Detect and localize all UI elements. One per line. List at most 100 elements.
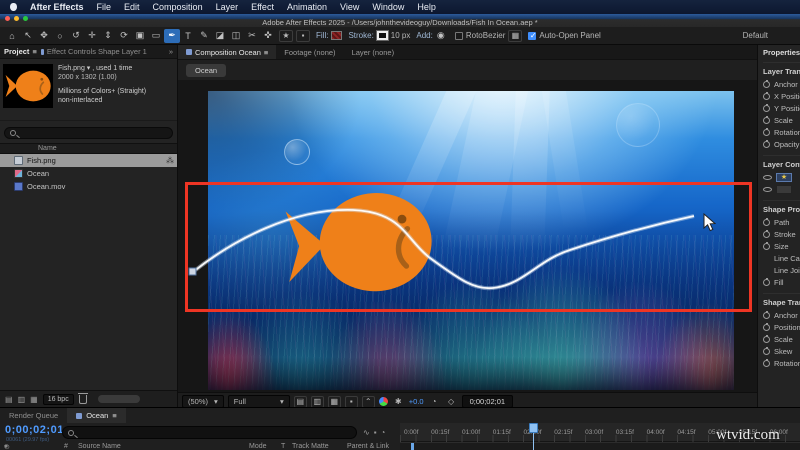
menu-composition[interactable]: Composition: [153, 2, 203, 12]
hand-tool-icon[interactable]: ✥: [36, 29, 52, 43]
interpret-footage-button[interactable]: ▤: [5, 395, 13, 404]
workspace-selector[interactable]: Default: [743, 31, 768, 40]
t-column[interactable]: T: [281, 443, 285, 450]
stopwatch-icon[interactable]: [763, 322, 770, 331]
type-tool-icon[interactable]: T: [180, 29, 196, 43]
mode-column[interactable]: Mode: [249, 443, 267, 450]
panel-menu-icon[interactable]: ≡: [264, 48, 268, 57]
property-row[interactable]: Scale: [763, 333, 800, 345]
path-start-handle[interactable]: [188, 267, 197, 276]
camera-tool-icon[interactable]: ▣: [132, 29, 148, 43]
stroke-width-value[interactable]: 10 px: [391, 31, 411, 40]
layer-content-row[interactable]: ★: [763, 171, 800, 183]
stopwatch-icon[interactable]: [763, 241, 770, 250]
stopwatch-icon[interactable]: [763, 229, 770, 238]
source-name-column[interactable]: Source Name: [78, 443, 121, 450]
pen-tool-icon[interactable]: ✒: [164, 28, 180, 43]
stopwatch-icon[interactable]: [763, 346, 770, 355]
stopwatch-icon[interactable]: [763, 277, 770, 286]
tab-footage[interactable]: Footage (none): [276, 45, 343, 59]
menu-view[interactable]: View: [340, 2, 359, 12]
stopwatch-icon[interactable]: [763, 334, 770, 343]
rotation-tool-icon[interactable]: ⟳: [116, 29, 132, 43]
home-tool-icon[interactable]: ⌂: [4, 29, 20, 43]
shape-thumb[interactable]: [776, 184, 792, 194]
settings-gear-icon[interactable]: ✱: [392, 396, 405, 408]
stopwatch-icon[interactable]: [763, 139, 770, 148]
panel-toggle-icon[interactable]: ▦: [508, 29, 523, 42]
panel-menu-icon[interactable]: ≡: [112, 411, 116, 420]
shape-star-button[interactable]: ★: [279, 29, 293, 42]
section-shape-properties[interactable]: Shape Properties: [763, 200, 800, 214]
project-row-ocean-comp[interactable]: Ocean: [0, 167, 177, 180]
property-row[interactable]: Anchor Point: [763, 78, 800, 90]
stopwatch-icon[interactable]: [763, 103, 770, 112]
property-row[interactable]: Size: [763, 240, 800, 252]
eye-icon[interactable]: [763, 174, 772, 180]
property-row[interactable]: Skew: [763, 345, 800, 357]
property-row[interactable]: Line Cap: [763, 252, 800, 264]
property-row[interactable]: Y Position: [763, 102, 800, 114]
stopwatch-icon[interactable]: [763, 79, 770, 88]
puppet-tool-icon[interactable]: ✜: [260, 29, 276, 43]
property-row[interactable]: Line Join: [763, 264, 800, 276]
pan-camera-tool-icon[interactable]: ✛: [84, 29, 100, 43]
property-row[interactable]: Fill: [763, 276, 800, 288]
dolly-camera-tool-icon[interactable]: ⇕: [100, 29, 116, 43]
new-folder-button[interactable]: ▥: [18, 395, 26, 404]
tab-timeline-ocean[interactable]: Ocean ≡: [67, 408, 126, 423]
shape-options-button[interactable]: ▪: [296, 29, 310, 42]
section-layer-transform[interactable]: Layer Transform: [763, 62, 800, 76]
property-row[interactable]: Position: [763, 321, 800, 333]
track-matte-column[interactable]: Track Matte: [292, 443, 329, 450]
exposure-value[interactable]: +0.0: [409, 397, 424, 406]
panel-menu-icon[interactable]: ≡: [32, 47, 36, 56]
property-row[interactable]: Scale: [763, 114, 800, 126]
clone-stamp-tool-icon[interactable]: ◪: [212, 29, 228, 43]
property-row[interactable]: X Position: [763, 90, 800, 102]
auto-open-panel-checkbox[interactable]: [528, 31, 537, 40]
mask-visibility-button[interactable]: ▦: [327, 395, 341, 408]
snapshot-camera-icon[interactable]: ◔: [428, 396, 441, 408]
new-composition-button[interactable]: ▦: [30, 395, 38, 404]
orbit-camera-tool-icon[interactable]: ↺: [68, 29, 84, 43]
eye-icon[interactable]: [763, 186, 772, 192]
graph-editor-icon[interactable]: ◔: [381, 428, 386, 437]
shy-layers-icon[interactable]: ▪: [374, 428, 377, 437]
composition-mini-flowchart-icon[interactable]: ∿: [363, 428, 370, 437]
menu-file[interactable]: File: [97, 2, 112, 12]
rotobezier-checkbox[interactable]: [454, 31, 463, 40]
current-timecode[interactable]: 0;00;02;01: [5, 424, 64, 436]
eraser-tool-icon[interactable]: ◫: [228, 29, 244, 43]
stopwatch-icon[interactable]: [763, 310, 770, 319]
region-of-interest-button[interactable]: ▪: [344, 395, 358, 408]
footage-name[interactable]: Fish.png ▾ , used 1 time: [58, 64, 176, 73]
project-row-fish[interactable]: Fish.png ⁂: [0, 154, 177, 167]
project-bit-depth-button[interactable]: 16 bpc: [42, 393, 74, 405]
property-row[interactable]: Path: [763, 216, 800, 228]
stopwatch-icon[interactable]: [763, 127, 770, 136]
work-area-start-marker[interactable]: [411, 443, 414, 450]
stopwatch-icon[interactable]: [763, 115, 770, 124]
property-row[interactable]: Stroke: [763, 228, 800, 240]
hash-column[interactable]: #: [64, 443, 68, 450]
channel-button[interactable]: [378, 397, 388, 406]
stopwatch-icon[interactable]: [763, 358, 770, 367]
lock-icon[interactable]: ▪: [4, 443, 6, 450]
more-panels-icon[interactable]: »: [169, 47, 173, 56]
layer-content-row[interactable]: [763, 183, 800, 195]
stopwatch-icon[interactable]: [763, 217, 770, 226]
stopwatch-icon[interactable]: [763, 91, 770, 100]
menu-layer[interactable]: Layer: [216, 2, 239, 12]
fish-layer[interactable]: [282, 184, 436, 302]
tab-render-queue[interactable]: Render Queue: [0, 408, 67, 423]
menu-after-effects[interactable]: After Effects: [30, 2, 84, 12]
interpret-footage-icon[interactable]: ⁂: [166, 156, 174, 165]
selection-tool-icon[interactable]: ↖: [20, 29, 36, 43]
menu-help[interactable]: Help: [417, 2, 436, 12]
tab-layer[interactable]: Layer (none): [344, 45, 403, 59]
delete-item-button[interactable]: [77, 392, 88, 404]
menu-animation[interactable]: Animation: [287, 2, 327, 12]
apple-icon[interactable]: [10, 3, 17, 11]
add-menu-icon[interactable]: ◉: [433, 29, 449, 43]
